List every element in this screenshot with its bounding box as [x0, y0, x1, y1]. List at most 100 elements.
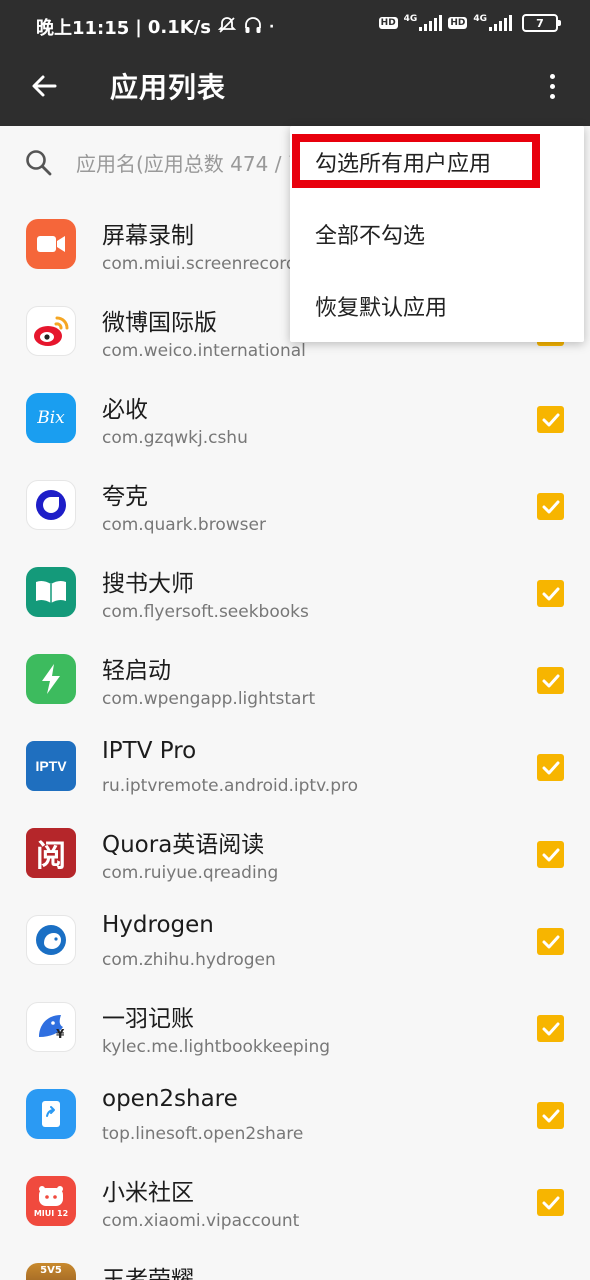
app-checkbox[interactable] [537, 754, 564, 781]
yen-badge: ¥ [56, 1027, 65, 1041]
check-icon [542, 587, 559, 600]
bishou-icon: Bix [26, 393, 76, 443]
app-row[interactable]: Hydrogen com.zhihu.hydrogen [0, 898, 590, 985]
reading-logo: 阅 [36, 839, 66, 874]
check-icon [542, 761, 559, 774]
app-checkbox[interactable] [537, 667, 564, 694]
menu-item-deselect-all[interactable]: 全部不勾选 [290, 198, 584, 270]
check-icon [542, 413, 559, 426]
app-package: com.wpengapp.lightstart [102, 689, 316, 709]
quark-icon [26, 480, 76, 530]
status-left: 晚上11:15 | 0.1K/s · [36, 14, 274, 40]
app-checkbox[interactable] [537, 1189, 564, 1216]
mute-icon [217, 15, 237, 40]
app-row[interactable]: Bix 必收 com.gzqwkj.cshu [0, 376, 590, 463]
hd-badge-1: HD [378, 17, 398, 29]
app-name: 一羽记账 [102, 1006, 194, 1032]
check-icon [542, 500, 559, 513]
arrow-left-icon [32, 75, 57, 97]
app-row[interactable]: 5V5 王者荣耀 [0, 1246, 590, 1280]
app-name: 轻启动 [102, 658, 171, 684]
check-icon [542, 674, 559, 687]
top-bar: 晚上11:15 | 0.1K/s · HD 4G HD 4G 7 应用列表 [0, 0, 590, 126]
battery-icon: 7 [522, 14, 561, 32]
page-title: 应用列表 [110, 71, 227, 104]
app-checkbox[interactable] [537, 928, 564, 955]
app-row[interactable]: ¥ 一羽记账 kylec.me.lightbookkeeping [0, 985, 590, 1072]
hydrogen-icon [26, 915, 76, 965]
app-row[interactable]: MIUI 12 小米社区 com.xiaomi.vipaccount [0, 1159, 590, 1246]
app-row[interactable]: 夸克 com.quark.browser [0, 463, 590, 550]
menu-item-restore-default[interactable]: 恢复默认应用 [290, 270, 584, 342]
check-icon [542, 848, 559, 861]
app-checkbox[interactable] [537, 1102, 564, 1129]
app-package: com.miui.screenrecorder [102, 254, 315, 274]
app-bar: 应用列表 [0, 52, 590, 126]
check-icon [542, 1109, 559, 1122]
reading-icon: 阅 [26, 828, 76, 878]
app-checkbox[interactable] [537, 406, 564, 433]
app-package: ru.iptvremote.android.iptv.pro [102, 776, 359, 796]
app-name: 必收 [102, 397, 148, 423]
app-checkbox[interactable] [537, 493, 564, 520]
app-checkbox[interactable] [537, 1015, 564, 1042]
bookkeeping-icon: ¥ [26, 1002, 76, 1052]
check-icon [542, 935, 559, 948]
app-package: com.gzqwkj.cshu [102, 428, 248, 448]
more-options-button[interactable] [532, 64, 572, 108]
dot-icon [549, 83, 555, 89]
battery-level: 7 [536, 16, 544, 30]
menu-item-label: 恢复默认应用 [315, 296, 448, 321]
honor-of-kings-icon: 5V5 [26, 1263, 76, 1280]
dot-icon [549, 93, 555, 99]
app-name: open2share [102, 1086, 238, 1112]
app-row[interactable]: open2share top.linesoft.open2share [0, 1072, 590, 1159]
status-right: HD 4G HD 4G 7 [378, 14, 561, 32]
app-row[interactable]: IPTV IPTV Pro ru.iptvremote.android.iptv… [0, 724, 590, 811]
book-icon [26, 567, 76, 617]
menu-item-label: 全部不勾选 [315, 224, 426, 249]
vs-badge: 5V5 [40, 1265, 62, 1276]
search-icon [26, 150, 52, 176]
app-package: com.ruiyue.qreading [102, 863, 279, 883]
app-package: com.flyersoft.seekbooks [102, 602, 309, 622]
miui-label: MIUI 12 [33, 1209, 69, 1218]
headset-icon [243, 15, 263, 40]
app-package: top.linesoft.open2share [102, 1124, 304, 1144]
share-icon [26, 1089, 76, 1139]
dot-icon [549, 73, 555, 79]
app-name: Quora英语阅读 [102, 832, 265, 858]
app-row[interactable]: 阅 Quora英语阅读 com.ruiyue.qreading [0, 811, 590, 898]
app-name: Hydrogen [102, 912, 214, 938]
screen-recorder-icon [26, 219, 76, 269]
app-row[interactable]: 轻启动 com.wpengapp.lightstart [0, 637, 590, 724]
back-button[interactable] [22, 64, 66, 108]
app-package: kylec.me.lightbookkeeping [102, 1037, 331, 1057]
dot-icon: · [269, 19, 275, 35]
status-bar: 晚上11:15 | 0.1K/s · HD 4G HD 4G 7 [0, 0, 590, 52]
signal-icon-1 [419, 15, 443, 31]
signal-icon-2 [489, 15, 512, 31]
options-menu: 勾选所有用户应用 全部不勾选 恢复默认应用 [290, 126, 584, 342]
app-name: 夸克 [102, 484, 148, 510]
status-time: 晚上11:15 [36, 18, 130, 39]
app-name: IPTV Pro [102, 738, 197, 764]
lightning-icon [26, 654, 76, 704]
menu-item-select-all-user-apps[interactable]: 勾选所有用户应用 [290, 126, 584, 198]
bishou-logo: Bix [37, 408, 65, 428]
app-package: com.quark.browser [102, 515, 266, 535]
app-list: 屏幕录制 com.miui.screenrecorder 微博国际版 com.w… [0, 202, 590, 1280]
app-checkbox[interactable] [537, 841, 564, 868]
check-icon [542, 1022, 559, 1035]
check-icon [542, 1196, 559, 1209]
net-label-2: 4G [473, 14, 487, 24]
app-name: 屏幕录制 [102, 223, 194, 249]
status-speed: 0.1K/s [147, 16, 211, 38]
app-row[interactable]: 搜书大师 com.flyersoft.seekbooks [0, 550, 590, 637]
app-name: 小米社区 [102, 1180, 194, 1206]
iptv-logo: IPTV [35, 758, 67, 774]
iptv-icon: IPTV [26, 741, 76, 791]
app-checkbox[interactable] [537, 580, 564, 607]
app-package: com.xiaomi.vipaccount [102, 1211, 300, 1231]
menu-item-label: 勾选所有用户应用 [315, 152, 492, 177]
